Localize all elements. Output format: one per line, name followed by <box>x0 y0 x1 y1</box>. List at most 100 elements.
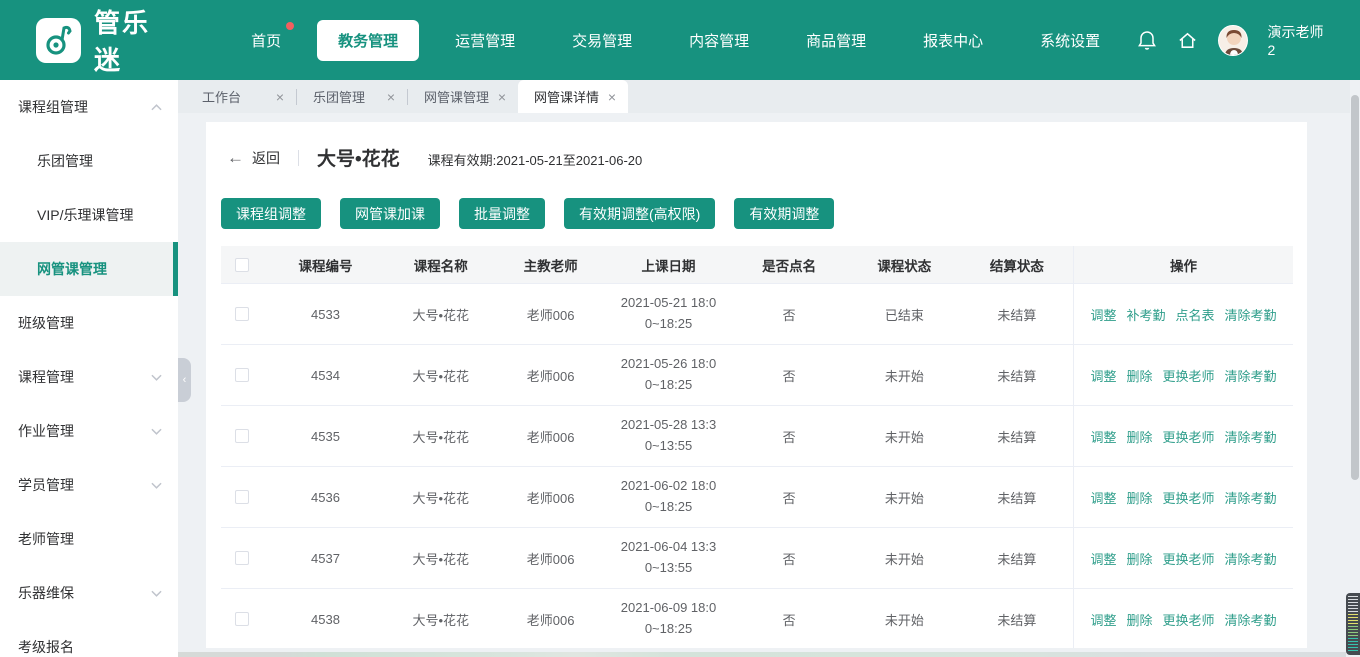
sidebar-item-teacher-mgmt[interactable]: 老师管理 <box>0 512 178 566</box>
row-checkbox[interactable] <box>235 612 249 626</box>
roll-call-cell: 否 <box>730 467 848 528</box>
nav-item-academic[interactable]: 教务管理 <box>317 20 419 61</box>
adjust-link[interactable]: 调整 <box>1090 488 1116 507</box>
nav-item-home[interactable]: 首页 <box>230 20 302 61</box>
back-arrow-icon[interactable]: ← <box>227 148 244 168</box>
nav-item-trade[interactable]: 交易管理 <box>551 20 653 61</box>
change-teacher-link[interactable]: 更换老师 <box>1163 427 1215 446</box>
sidebar-item-course-group-mgmt[interactable]: 课程组管理 <box>0 80 178 134</box>
select-all-checkbox[interactable] <box>235 258 249 272</box>
sidebar-item-online-course-mgmt[interactable]: 网管课管理 <box>0 242 178 296</box>
chevron-up-icon <box>151 104 162 111</box>
adjust-link[interactable]: 调整 <box>1090 610 1116 629</box>
delete-link[interactable]: 删除 <box>1127 427 1153 446</box>
sidebar-item-exam-registration[interactable]: 考级报名 <box>0 620 178 657</box>
tab-workbench[interactable]: 工作台 × <box>186 80 296 113</box>
nav-item-content[interactable]: 内容管理 <box>668 20 770 61</box>
home-icon[interactable] <box>1177 29 1198 51</box>
adjust-link[interactable]: 调整 <box>1090 427 1116 446</box>
delete-link[interactable]: 删除 <box>1127 488 1153 507</box>
clear-attendance-link[interactable]: 清除考勤 <box>1225 305 1277 324</box>
row-select-cell <box>221 589 264 648</box>
sidebar-item-homework-mgmt[interactable]: 作业管理 <box>0 404 178 458</box>
tab-label: 工作台 <box>202 87 241 106</box>
delete-link[interactable]: 删除 <box>1127 610 1153 629</box>
change-teacher-link[interactable]: 更换老师 <box>1163 488 1215 507</box>
clear-attendance-link[interactable]: 清除考勤 <box>1225 610 1277 629</box>
tab-online-course-detail[interactable]: 网管课详情× <box>518 80 628 113</box>
username[interactable]: 演示老师2 <box>1268 22 1328 58</box>
teacher-cell: 老师006 <box>494 467 607 528</box>
batch-adjust-button[interactable]: 批量调整 <box>459 198 545 229</box>
topbar: 管乐迷 首页教务管理运营管理交易管理内容管理商品管理报表中心系统设置 演示老 <box>0 0 1360 80</box>
nav-item-operation[interactable]: 运营管理 <box>434 20 536 61</box>
nav-item-system[interactable]: 系统设置 <box>1019 20 1121 61</box>
sidebar-item-vip-theory-mgmt[interactable]: VIP/乐理课管理 <box>0 188 178 242</box>
sidebar-item-band-mgmt[interactable]: 乐团管理 <box>0 134 178 188</box>
row-checkbox[interactable] <box>235 429 249 443</box>
row-checkbox[interactable] <box>235 368 249 382</box>
roll-call-cell: 否 <box>730 345 848 406</box>
row-checkbox[interactable] <box>235 490 249 504</box>
course-status-cell: 未开始 <box>848 589 961 648</box>
roll-call-sheet-link[interactable]: 点名表 <box>1176 305 1215 324</box>
settlement-status-cell: 未结算 <box>961 528 1074 589</box>
tab-online-course-mgmt[interactable]: 网管课管理 × <box>408 80 518 113</box>
sidebar-item-label: 课程组管理 <box>18 97 88 117</box>
nav-item-report[interactable]: 报表中心 <box>902 20 1004 61</box>
close-icon[interactable]: × <box>387 90 395 104</box>
row-checkbox[interactable] <box>235 307 249 321</box>
course-status-cell: 未开始 <box>848 345 961 406</box>
column-header: 课程编号 <box>264 246 387 284</box>
delete-link[interactable]: 删除 <box>1127 549 1153 568</box>
change-teacher-link[interactable]: 更换老师 <box>1163 549 1215 568</box>
notifications-bell-icon[interactable] <box>1136 29 1157 51</box>
avatar[interactable] <box>1218 25 1247 56</box>
course-id-cell: 4537 <box>264 528 387 589</box>
close-icon[interactable]: × <box>498 90 506 104</box>
vertical-scrollbar[interactable] <box>1350 80 1360 657</box>
clear-attendance-link[interactable]: 清除考勤 <box>1225 549 1277 568</box>
course-group-adjust-button[interactable]: 课程组调整 <box>221 198 321 229</box>
column-header: 结算状态 <box>961 246 1074 284</box>
nav-item-goods[interactable]: 商品管理 <box>785 20 887 61</box>
sidebar-item-label: 考级报名 <box>18 637 74 657</box>
clear-attendance-link[interactable]: 清除考勤 <box>1225 427 1277 446</box>
change-teacher-link[interactable]: 更换老师 <box>1163 610 1215 629</box>
validity-adjust-button[interactable]: 有效期调整 <box>734 198 834 229</box>
course-id-cell: 4538 <box>264 589 387 648</box>
add-online-lesson-button[interactable]: 网管课加课 <box>340 198 440 229</box>
sidebar-item-class-mgmt[interactable]: 班级管理 <box>0 296 178 350</box>
row-checkbox[interactable] <box>235 551 249 565</box>
tab-label: 乐团管理 <box>313 87 365 106</box>
change-teacher-link[interactable]: 更换老师 <box>1163 366 1215 385</box>
adjust-link[interactable]: 调整 <box>1090 305 1116 324</box>
lesson-date-cell: 2021-06-02 18:0 0~18:25 <box>607 467 730 528</box>
table-row: 4535大号•花花老师0062021-05-28 13:3 0~13:55否未开… <box>221 406 1293 467</box>
clear-attendance-link[interactable]: 清除考勤 <box>1225 366 1277 385</box>
adjust-link[interactable]: 调整 <box>1090 549 1116 568</box>
delete-link[interactable]: 删除 <box>1127 366 1153 385</box>
close-icon[interactable]: × <box>276 90 284 104</box>
column-header: 上课日期 <box>607 246 730 284</box>
tab-band-mgmt[interactable]: 乐团管理 × <box>297 80 407 113</box>
sidebar-collapse-handle[interactable]: ‹ <box>178 358 191 402</box>
content-area: ← 返回 大号•花花 课程有效期:2021-05-21至2021-06-20 课… <box>178 113 1360 657</box>
tab-label: 网管课管理 <box>424 87 489 106</box>
sidebar-item-label: 老师管理 <box>18 529 74 549</box>
adjust-link[interactable]: 调整 <box>1090 366 1116 385</box>
sidebar-item-course-mgmt[interactable]: 课程管理 <box>0 350 178 404</box>
sidebar-item-student-mgmt[interactable]: 学员管理 <box>0 458 178 512</box>
makeup-attendance-link[interactable]: 补考勤 <box>1127 305 1166 324</box>
close-icon[interactable]: × <box>608 90 616 104</box>
chevron-down-icon <box>151 374 162 381</box>
course-id-cell: 4534 <box>264 345 387 406</box>
app-logo[interactable] <box>36 18 81 63</box>
scrollbar-thumb[interactable] <box>1351 95 1359 480</box>
sidebar-item-instrument-maintenance[interactable]: 乐器维保 <box>0 566 178 620</box>
validity-adjust-high-button[interactable]: 有效期调整(高权限) <box>564 198 715 229</box>
table-row: 4533大号•花花老师0062021-05-21 18:0 0~18:25否已结… <box>221 284 1293 345</box>
back-button[interactable]: 返回 <box>252 148 280 168</box>
clear-attendance-link[interactable]: 清除考勤 <box>1225 488 1277 507</box>
course-validity: 课程有效期:2021-05-21至2021-06-20 <box>428 150 643 169</box>
